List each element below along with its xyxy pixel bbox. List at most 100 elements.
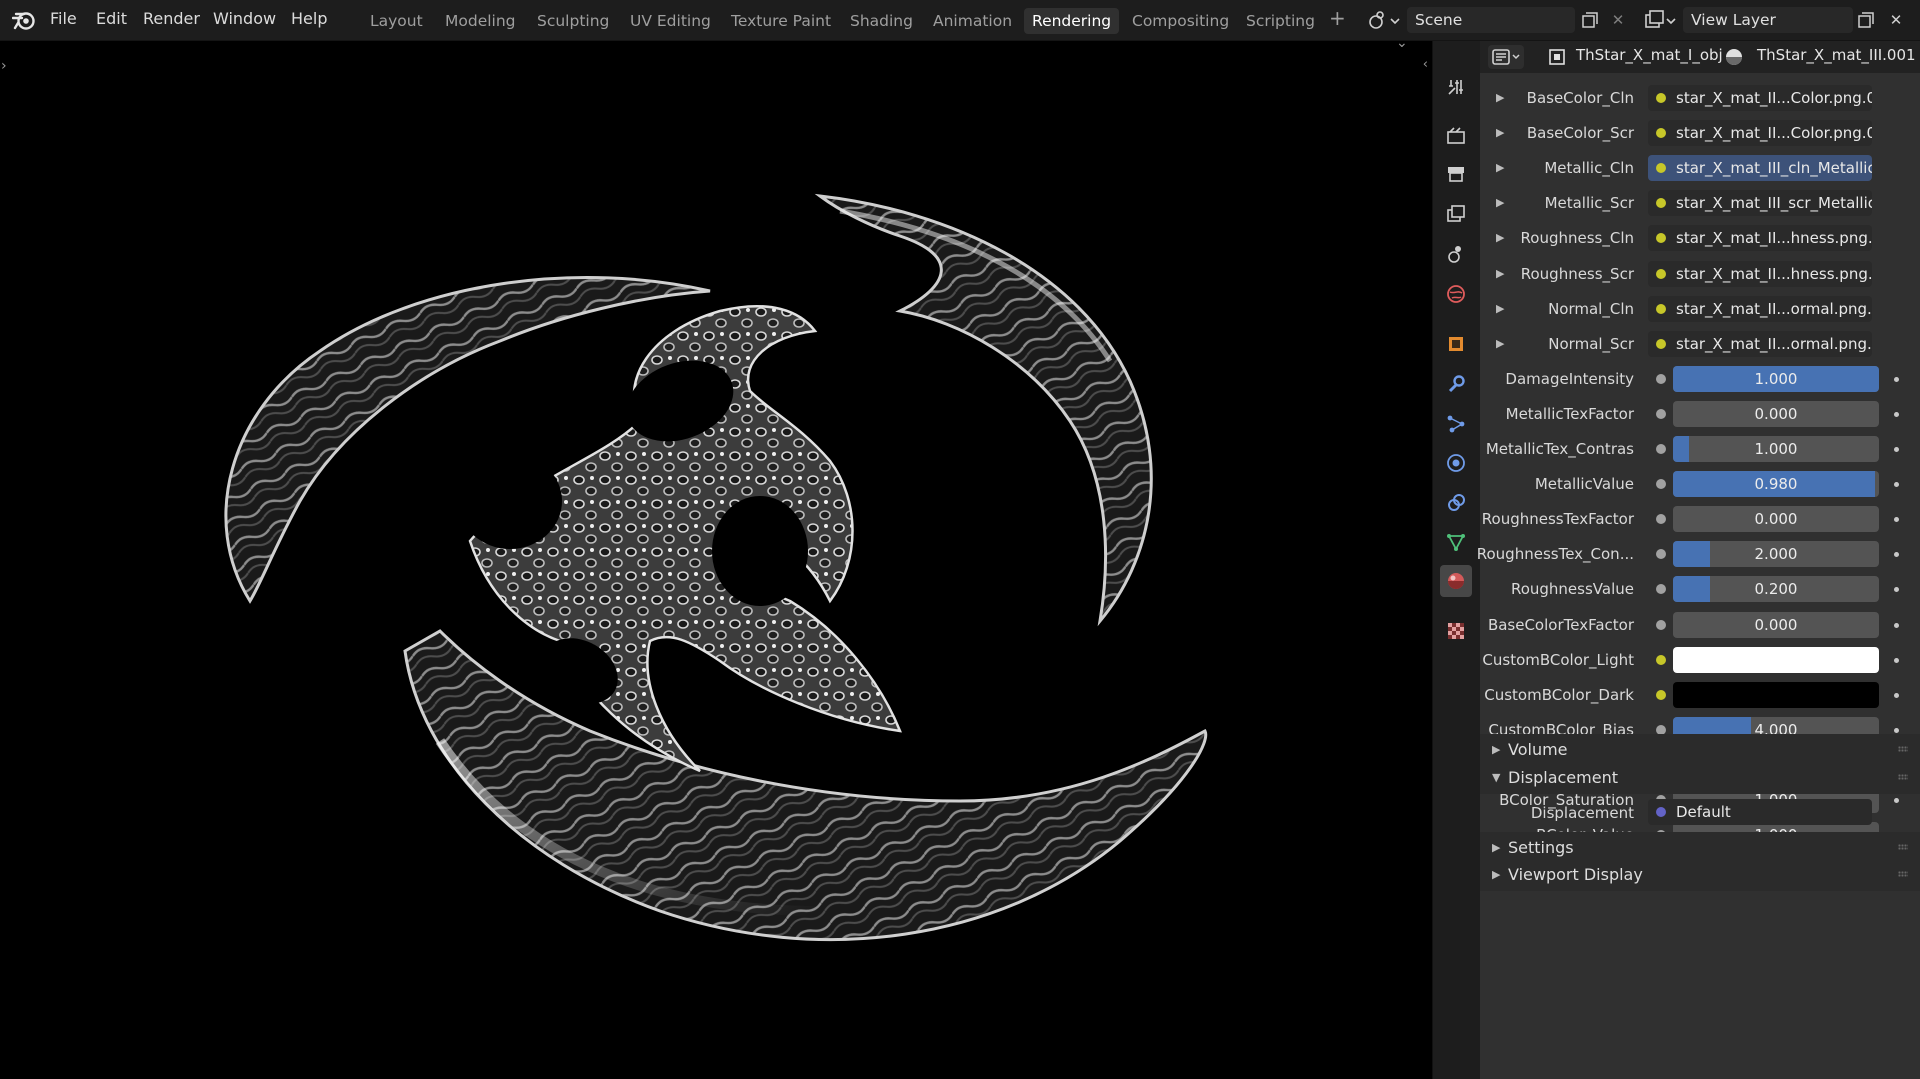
tab-scene[interactable] (1440, 238, 1472, 270)
expand-icon[interactable]: ▶ (1496, 161, 1504, 174)
drag-handle-icon[interactable] (1898, 774, 1908, 780)
menu-window[interactable]: Window (213, 9, 276, 28)
tab-texture-paint[interactable]: Texture Paint (723, 8, 839, 34)
expand-icon[interactable]: ▶ (1496, 337, 1504, 350)
tab-compositing[interactable]: Compositing (1124, 8, 1237, 34)
tab-object-data[interactable] (1440, 526, 1472, 558)
tab-render[interactable] (1440, 120, 1472, 152)
tab-tool[interactable] (1440, 71, 1472, 103)
menu-file[interactable]: File (50, 9, 77, 28)
image-texture-field[interactable]: star_X_mat_III_scr_Metallic.... (1648, 190, 1872, 216)
keyframe-dot-icon[interactable] (1894, 658, 1899, 663)
keyframe-dot-icon[interactable] (1894, 728, 1899, 733)
keyframe-dot-icon[interactable] (1894, 412, 1899, 417)
keyframe-dot-icon[interactable] (1894, 482, 1899, 487)
panel-viewport-display[interactable]: ▶ Viewport Display (1480, 859, 1920, 891)
tab-view-layer[interactable] (1440, 198, 1472, 230)
close-icon[interactable]: ✕ (1604, 7, 1632, 33)
tab-object[interactable] (1440, 328, 1472, 360)
editor-type-button[interactable] (1488, 45, 1524, 69)
properties-editor: ThStar_X_mat_I_obj ThStar_X_mat_III.001 … (1477, 41, 1920, 1079)
keyframe-dot-icon[interactable] (1894, 587, 1899, 592)
keyframe-dot-icon[interactable] (1894, 693, 1899, 698)
sidebar-expand-icon[interactable]: ‹ (1423, 57, 1428, 72)
tab-output[interactable] (1440, 158, 1472, 190)
value-slider[interactable]: 2.000 (1673, 541, 1879, 567)
expand-icon[interactable]: ▶ (1496, 196, 1504, 209)
keyframe-dot-icon[interactable] (1894, 447, 1899, 452)
value-slider[interactable]: 0.980 (1673, 471, 1879, 497)
tab-rendering[interactable]: Rendering (1024, 8, 1120, 34)
modifier-icon (1448, 375, 1465, 393)
expand-icon: ▶ (1492, 868, 1501, 881)
drag-handle-icon[interactable] (1898, 871, 1908, 877)
color-socket-icon (1656, 233, 1666, 243)
value-slider[interactable]: 0.200 (1673, 576, 1879, 602)
image-texture-field[interactable]: star_X_mat_II...hness.png.001 (1648, 261, 1872, 287)
close-icon[interactable]: ✕ (1882, 7, 1910, 33)
panel-displacement[interactable]: ▼ Displacement (1480, 762, 1920, 794)
expand-icon[interactable]: ▶ (1496, 302, 1504, 315)
tab-physics[interactable] (1440, 447, 1472, 479)
image-texture-field[interactable]: star_X_mat_II...hness.png.001 (1648, 225, 1872, 251)
displacement-field[interactable]: Default (1648, 799, 1872, 825)
color-swatch[interactable] (1673, 647, 1879, 673)
vector-socket-icon (1656, 807, 1666, 817)
add-workspace-icon[interactable]: + (1329, 6, 1346, 30)
value-slider[interactable]: 0.000 (1673, 612, 1879, 638)
new-scene-button[interactable] (1576, 7, 1604, 33)
toolbar-expand-icon[interactable]: › (1, 58, 7, 74)
expand-icon[interactable]: ▶ (1496, 91, 1504, 104)
keyframe-dot-icon[interactable] (1894, 798, 1899, 803)
blender-logo-icon[interactable] (12, 9, 36, 31)
menu-edit[interactable]: Edit (96, 9, 127, 28)
expand-icon[interactable]: ▶ (1496, 267, 1504, 280)
scene-name-field[interactable]: Scene (1407, 7, 1575, 33)
view-layer-selector-button[interactable] (1640, 7, 1680, 33)
image-texture-field[interactable]: star_X_mat_II...Color.png.001 (1648, 120, 1872, 146)
image-texture-field[interactable]: star_X_mat_III_cln_Metallic.... (1648, 155, 1872, 181)
tab-modeling[interactable]: Modeling (437, 8, 524, 34)
value-slider[interactable]: 0.000 (1673, 506, 1879, 532)
slider-value: 1.000 (1754, 370, 1798, 388)
keyframe-dot-icon[interactable] (1894, 552, 1899, 557)
menu-help[interactable]: Help (291, 9, 327, 28)
drag-handle-icon[interactable] (1898, 746, 1908, 752)
keyframe-dot-icon[interactable] (1894, 517, 1899, 522)
tab-layout[interactable]: Layout (362, 8, 431, 34)
tab-constraints[interactable] (1440, 487, 1472, 519)
object-icon (1549, 49, 1565, 65)
tab-particles[interactable] (1440, 408, 1472, 440)
tab-world[interactable] (1440, 278, 1472, 310)
drag-handle-icon[interactable] (1898, 844, 1908, 850)
tab-shading[interactable]: Shading (842, 8, 921, 34)
keyframe-dot-icon[interactable] (1894, 623, 1899, 628)
tab-texture[interactable] (1440, 615, 1472, 647)
color-swatch[interactable] (1673, 682, 1879, 708)
tab-modifiers[interactable] (1440, 368, 1472, 400)
input-label: CustomBColor_Light (1482, 651, 1634, 669)
new-view-layer-button[interactable] (1852, 7, 1880, 33)
menu-render[interactable]: Render (143, 9, 200, 28)
image-texture-field[interactable]: star_X_mat_II...ormal.png.001 (1648, 331, 1872, 357)
image-texture-field[interactable]: star_X_mat_II...ormal.png.001 (1648, 296, 1872, 322)
value-socket-icon (1656, 409, 1666, 419)
physics-icon (1447, 454, 1465, 472)
value-slider[interactable]: 1.000 (1673, 436, 1879, 462)
tab-sculpting[interactable]: Sculpting (529, 8, 617, 34)
view-layer-name-field[interactable]: View Layer (1683, 7, 1853, 33)
tab-scripting[interactable]: Scripting (1238, 8, 1323, 34)
expand-icon[interactable]: ▶ (1496, 126, 1504, 139)
header-expand-icon[interactable]: ⌄ (1396, 41, 1408, 51)
render-viewport[interactable]: › ⌄ ‹ (0, 41, 1432, 1079)
expand-icon[interactable]: ▶ (1496, 231, 1504, 244)
keyframe-dot-icon[interactable] (1894, 377, 1899, 382)
color-socket-icon (1656, 128, 1666, 138)
image-texture-field[interactable]: star_X_mat_II...Color.png.001 (1648, 85, 1872, 111)
value-slider[interactable]: 1.000 (1673, 366, 1879, 392)
value-slider[interactable]: 0.000 (1673, 401, 1879, 427)
tab-animation[interactable]: Animation (925, 8, 1020, 34)
scene-selector-button[interactable] (1364, 7, 1404, 33)
tab-uv-editing[interactable]: UV Editing (622, 8, 719, 34)
tab-material[interactable] (1440, 565, 1472, 597)
